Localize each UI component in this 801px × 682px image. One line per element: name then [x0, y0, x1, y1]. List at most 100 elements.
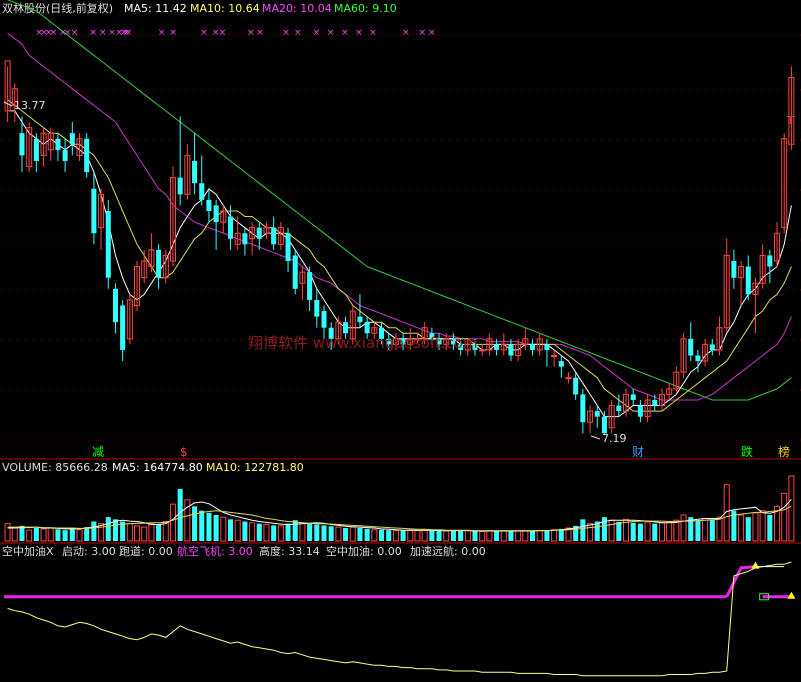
x-marker: × — [313, 28, 321, 38]
volume-bar — [84, 527, 90, 541]
volume-label: VOLUME: 85666.28 — [2, 461, 108, 474]
candle-body — [709, 344, 715, 350]
price-high-label: 13.77 — [14, 99, 46, 112]
candle-body — [343, 322, 349, 334]
ma10-line — [7, 99, 792, 412]
volume-bar — [76, 529, 83, 542]
stock-name: 双林股份(日线,前复权) — [2, 1, 113, 15]
volume-bar — [702, 517, 709, 542]
x-marker: × — [219, 28, 227, 38]
candle-body — [601, 416, 607, 434]
candle-body — [544, 344, 550, 350]
volume-bar — [472, 531, 478, 541]
ma5-series — [7, 110, 792, 418]
volume-bar — [234, 519, 241, 542]
x-marker: × — [256, 28, 264, 38]
marker-reduce: 减 — [92, 445, 104, 459]
x-marker: × — [419, 28, 427, 38]
candle-body — [120, 305, 126, 350]
volume-bar — [206, 512, 212, 541]
x-marker: × — [169, 28, 177, 38]
candle-body — [242, 233, 248, 245]
volume-bar — [263, 524, 270, 542]
volume-bar — [55, 529, 61, 541]
price-low-label: 7.19 — [602, 432, 627, 445]
volume-bar — [307, 523, 313, 541]
volume-bar — [522, 530, 529, 542]
volume-bar — [249, 522, 256, 542]
indicator-refuel: 空中加油: 0.00 — [326, 544, 402, 558]
volume-bar — [644, 521, 651, 542]
candlesticks — [4, 60, 795, 434]
candle-body — [177, 177, 183, 195]
volume-ma5-label: MA5: 164774.80 — [112, 461, 203, 474]
volume-bar — [105, 517, 111, 541]
x-marker: × — [158, 28, 166, 38]
x-marker: × — [99, 28, 107, 38]
x-marker: × — [90, 28, 98, 38]
volume-bar — [788, 475, 795, 542]
price-low-pointer — [590, 435, 601, 440]
volume-bar — [486, 530, 493, 542]
volume-bar — [357, 528, 363, 541]
volume-bar — [126, 523, 133, 542]
indicator-rise-line — [725, 565, 756, 598]
volume-bar — [343, 528, 349, 541]
volume-bar — [752, 512, 759, 542]
candle-body — [695, 355, 701, 362]
candle-body — [565, 377, 572, 380]
indicator-series — [7, 561, 792, 677]
volume-bar — [479, 530, 486, 542]
volume-bar — [536, 530, 543, 542]
volume-bar — [285, 523, 291, 541]
volume-bar — [500, 530, 507, 542]
volume-bar — [464, 530, 471, 542]
volume-bar — [335, 526, 342, 542]
volume-bar — [242, 521, 248, 541]
candle-body — [494, 344, 500, 350]
candle-body — [256, 227, 262, 239]
volume-bar — [349, 526, 356, 542]
volume-bar — [227, 519, 234, 541]
candle-body — [745, 266, 751, 295]
volume-bar — [429, 530, 435, 541]
marker-rank: 榜 — [778, 444, 790, 459]
volume-bar — [680, 514, 687, 542]
volume-bar — [738, 514, 745, 542]
candle-body — [508, 344, 514, 356]
candle-body — [213, 205, 219, 223]
grid-lines — [0, 34, 801, 441]
volume-bar — [177, 489, 183, 541]
volume-bar — [407, 529, 414, 542]
volume-bar — [47, 527, 54, 542]
volume-bar — [580, 519, 586, 541]
volume-bar — [91, 521, 97, 541]
volume-bar — [256, 523, 262, 541]
volume-bar — [162, 521, 169, 542]
x-marker: × — [282, 28, 290, 38]
candle-body — [19, 133, 25, 156]
volume-bar — [364, 528, 370, 541]
candle-body — [105, 210, 111, 278]
candle-body — [637, 405, 643, 417]
x-marker: × — [341, 28, 349, 38]
candle-body — [62, 149, 68, 161]
volume-bar — [759, 510, 766, 542]
ma10-label: MA10: 10.64 — [190, 2, 260, 15]
candle-body — [156, 249, 162, 278]
ma20-label: MA20: 10.04 — [262, 2, 332, 15]
volume-bar — [587, 523, 594, 542]
volume-bar — [386, 530, 392, 541]
volume-bar — [169, 503, 177, 542]
indicator-name: 空中加油X — [2, 544, 54, 558]
marker-dollar: $ — [180, 445, 188, 459]
x-marker: × — [402, 28, 410, 38]
volume-bar — [277, 525, 284, 542]
candle-body — [767, 255, 773, 267]
volume-bar — [436, 531, 442, 541]
volume-bar — [379, 529, 385, 541]
volume-bar — [745, 517, 751, 541]
candle-body — [573, 377, 579, 395]
volume-bar — [695, 520, 701, 541]
candle-body — [530, 344, 536, 350]
